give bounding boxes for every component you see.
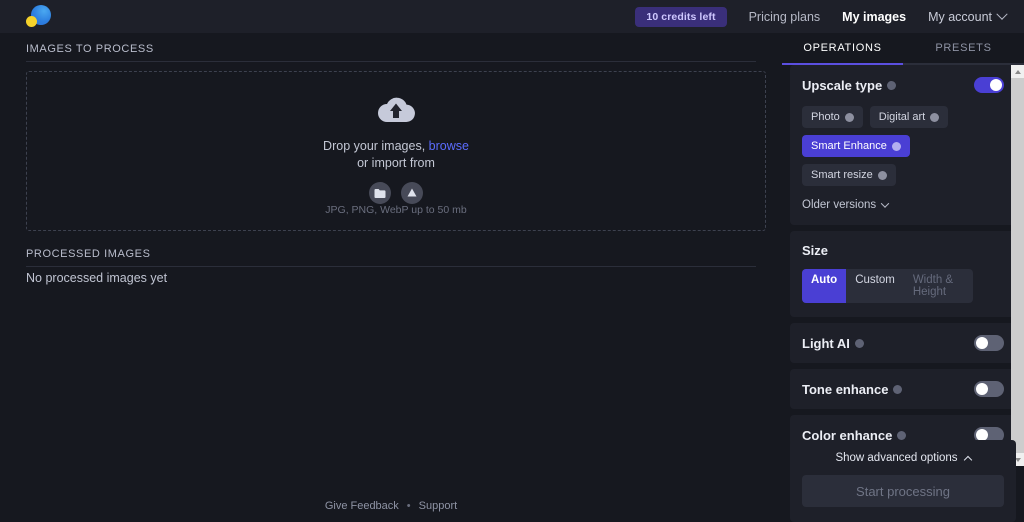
upscale-type-toggle[interactable] [974,77,1004,93]
google-drive-icon[interactable] [401,182,423,204]
upscale-type-label: Upscale type [802,77,883,93]
chip-digital-art-label: Digital art [878,111,926,123]
images-to-process-section: IMAGES TO PROCESS [0,43,782,62]
upscale-type-row: Upscale type [802,77,1004,93]
tone-enhance-label: Tone enhance [802,381,889,397]
panel-scrollbar[interactable] [1011,65,1024,466]
nav-link-pricing-plans[interactable]: Pricing plans [749,10,821,24]
light-ai-label: Light AI [802,335,850,351]
light-ai-toggle[interactable] [974,335,1004,351]
panel-footer-actions: Show advanced options Start processing [790,440,1016,522]
app-logo[interactable] [24,2,54,32]
folder-icon[interactable] [369,182,391,204]
nav-my-account[interactable]: My account [928,8,1008,24]
scrollbar-thumb[interactable] [1011,78,1024,453]
light-ai-row: Light AI [802,335,1004,351]
cloud-upload-icon [377,94,415,129]
images-to-process-heading: IMAGES TO PROCESS [26,43,154,55]
info-icon[interactable] [930,112,940,122]
chip-photo-label: Photo [811,111,840,123]
info-icon[interactable] [844,112,854,122]
older-versions-toggle[interactable]: Older versions [802,199,1004,211]
tone-enhance-label-group: Tone enhance [802,381,903,397]
processed-images-empty-state: No processed images yet [26,271,168,285]
size-segmented-control: Auto Custom Width & Height [802,269,973,303]
processed-images-heading: PROCESSED IMAGES [26,248,151,260]
top-navigation-bar: 10 credits left Pricing plans My images … [0,0,1024,33]
scroll-up-arrow-icon[interactable] [1011,65,1024,78]
main-content: IMAGES TO PROCESS Drop your images, brow… [0,33,782,522]
size-option-custom[interactable]: Custom [846,269,904,303]
panel-scroll-area: Upscale type Photo Digital art Smart Enh… [782,65,1024,466]
tone-enhance-card: Tone enhance [790,369,1016,409]
processed-images-section: PROCESSED IMAGES [0,238,782,267]
nav-right-group: 10 credits left Pricing plans My images … [635,0,1008,33]
tab-operations[interactable]: OPERATIONS [782,33,903,65]
chip-smart-enhance-label: Smart Enhance [811,140,887,152]
give-feedback-link[interactable]: Give Feedback [325,500,399,512]
dropzone-file-note: JPG, PNG, WebP up to 50 mb [325,204,467,216]
info-icon[interactable] [891,141,901,151]
info-icon[interactable] [887,80,897,90]
chip-digital-art[interactable]: Digital art [869,106,949,128]
info-icon[interactable] [854,338,864,348]
footer-separator: • [406,500,411,512]
show-advanced-options-button[interactable]: Show advanced options [835,452,972,465]
nav-my-account-label: My account [928,9,992,24]
nav-link-my-images[interactable]: My images [842,10,906,24]
panel-tabs: OPERATIONS PRESETS [782,33,1024,65]
chip-smart-resize-label: Smart resize [811,169,873,181]
toggle-knob [990,79,1002,91]
size-option-auto[interactable]: Auto [802,269,847,303]
credits-badge[interactable]: 10 credits left [635,6,727,27]
dropzone-secondary-text: or import from [357,156,435,170]
chevron-up-icon [963,455,972,465]
toggle-knob [976,383,988,395]
browse-link[interactable]: browse [429,139,469,153]
chip-smart-enhance[interactable]: Smart Enhance [802,135,910,157]
support-link[interactable]: Support [419,500,458,512]
chip-smart-resize[interactable]: Smart resize [802,164,896,186]
light-ai-card: Light AI [790,323,1016,363]
start-processing-button[interactable]: Start processing [802,475,1004,507]
divider [26,266,756,267]
toggle-knob [976,337,988,349]
tone-enhance-toggle[interactable] [974,381,1004,397]
size-card: Size Auto Custom Width & Height [790,231,1016,317]
upscale-type-label-group: Upscale type [802,77,897,93]
upscale-type-chips: Photo Digital art Smart Enhance Smart re… [802,106,1004,186]
footer: Give Feedback • Support [0,500,782,512]
divider [26,61,756,62]
light-ai-label-group: Light AI [802,336,864,351]
chip-photo[interactable]: Photo [802,106,863,128]
upscale-type-card: Upscale type Photo Digital art Smart Enh… [790,65,1016,225]
app-root: 10 credits left Pricing plans My images … [0,0,1024,522]
chevron-down-icon [880,199,890,208]
dropzone-primary-text: Drop your images, browse [323,139,469,153]
older-versions-label: Older versions [802,199,877,211]
info-icon[interactable] [877,170,887,180]
info-icon[interactable] [893,384,903,394]
chevron-down-icon [996,8,1008,20]
logo-yellow-circle [26,15,37,27]
tab-presets[interactable]: PRESETS [903,33,1024,65]
dropzone-text-prefix: Drop your images, [323,139,429,153]
import-sources [369,182,423,204]
operations-panel: OPERATIONS PRESETS Upscale type Photo Di… [782,33,1024,522]
size-width-height-input[interactable]: Width & Height [904,269,973,303]
show-advanced-options-label: Show advanced options [835,452,958,464]
info-icon[interactable] [897,430,907,440]
dropzone[interactable]: Drop your images, browse or import from … [26,71,766,231]
size-label: Size [802,243,829,258]
tone-enhance-row: Tone enhance [802,381,1004,397]
